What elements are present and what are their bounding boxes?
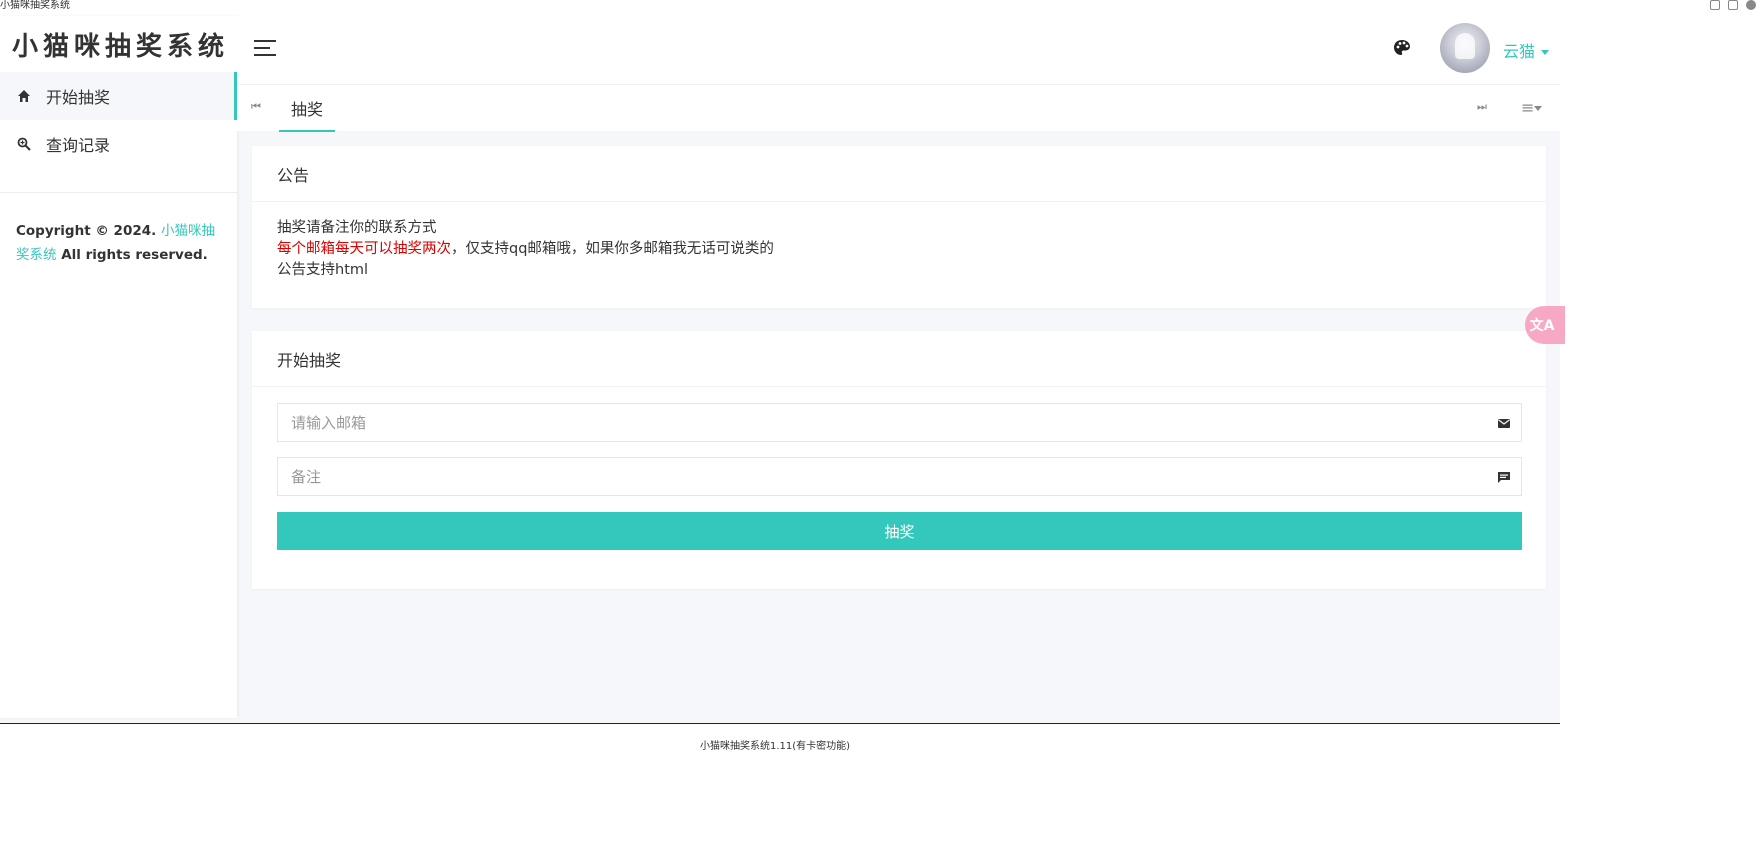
notice-title: 公告 [252, 146, 1546, 202]
tabs-bar: ⏮ 抽奖 ⏭ ≡ [237, 84, 1560, 132]
window-controls [1710, 0, 1756, 10]
minimize-icon[interactable] [1710, 0, 1720, 10]
palette-icon[interactable] [1392, 38, 1412, 58]
email-input[interactable] [278, 404, 1521, 441]
notice-line-2: 每个邮箱每天可以抽奖两次，仅支持qq邮箱哦，如果你多邮箱我无话可说类的 [277, 239, 1521, 260]
restore-icon[interactable] [1728, 0, 1738, 10]
window-title-bar: 小猫咪抽奖系统 [0, 0, 1760, 16]
lottery-submit-button[interactable]: 抽奖 [277, 512, 1522, 550]
avatar[interactable] [1440, 23, 1490, 73]
top-header: 云猫 [237, 16, 1560, 84]
translate-icon[interactable]: 文A [1525, 306, 1565, 344]
copyright-suffix: All rights reserved. [56, 247, 208, 263]
notice-line-2-rest: ，仅支持qq邮箱哦，如果你多邮箱我无话可说类的 [451, 241, 774, 257]
notice-body: 抽奖请备注你的联系方式 每个邮箱每天可以抽奖两次，仅支持qq邮箱哦，如果你多邮箱… [252, 202, 1546, 297]
sidebar-divider [0, 192, 237, 193]
search-icon [16, 136, 32, 152]
lottery-title: 开始抽奖 [252, 331, 1546, 387]
footer: 小猫咪抽奖系统1.11(有卡密功能) [0, 724, 1760, 846]
remark-field-wrapper [277, 457, 1522, 496]
sidebar: 小猫咪抽奖系统 开始抽奖 查询记录 Copyright © 2024. 小猫咪抽… [0, 16, 237, 718]
close-icon[interactable] [1746, 0, 1756, 10]
notice-highlight: 每个邮箱每天可以抽奖两次 [277, 241, 451, 257]
sidebar-item-label: 查询记录 [46, 136, 111, 155]
envelope-icon [1497, 415, 1511, 429]
tab-scroll-right-icon[interactable]: ⏭ [1477, 100, 1487, 114]
remark-input[interactable] [278, 458, 1521, 495]
hamburger-icon[interactable] [254, 40, 276, 58]
lottery-card: 开始抽奖 抽奖 [252, 331, 1546, 589]
notice-line-3: 公告支持html [277, 262, 369, 278]
right-margin [1560, 16, 1760, 724]
chevron-down-icon [1534, 106, 1543, 111]
home-icon [16, 88, 32, 104]
username-label: 云猫 [1503, 42, 1536, 61]
comment-icon [1497, 469, 1511, 483]
footer-text: 小猫咪抽奖系统1.11(有卡密功能) [699, 741, 851, 752]
tab-menu-button[interactable]: ≡ [1521, 98, 1543, 117]
sidebar-item-query-records[interactable]: 查询记录 [0, 120, 237, 168]
copyright-prefix: Copyright © 2024. [16, 223, 161, 239]
email-field-wrapper [277, 403, 1522, 442]
sidebar-item-start-lottery[interactable]: 开始抽奖 [0, 72, 237, 120]
chevron-down-icon [1541, 50, 1550, 55]
notice-card: 公告 抽奖请备注你的联系方式 每个邮箱每天可以抽奖两次，仅支持qq邮箱哦，如果你… [252, 146, 1546, 308]
tab-lottery[interactable]: 抽奖 [279, 85, 335, 132]
notice-line-1: 抽奖请备注你的联系方式 [277, 220, 437, 236]
user-menu[interactable]: 云猫 [1503, 38, 1550, 62]
sidebar-item-label: 开始抽奖 [46, 88, 111, 107]
copyright: Copyright © 2024. 小猫咪抽奖系统 All rights res… [0, 219, 237, 267]
menu-icon: ≡ [1521, 98, 1535, 117]
tab-scroll-left-icon[interactable]: ⏮ [251, 100, 261, 114]
brand-logo[interactable]: 小猫咪抽奖系统 [0, 16, 237, 72]
window-title: 小猫咪抽奖系统 [0, 0, 70, 11]
